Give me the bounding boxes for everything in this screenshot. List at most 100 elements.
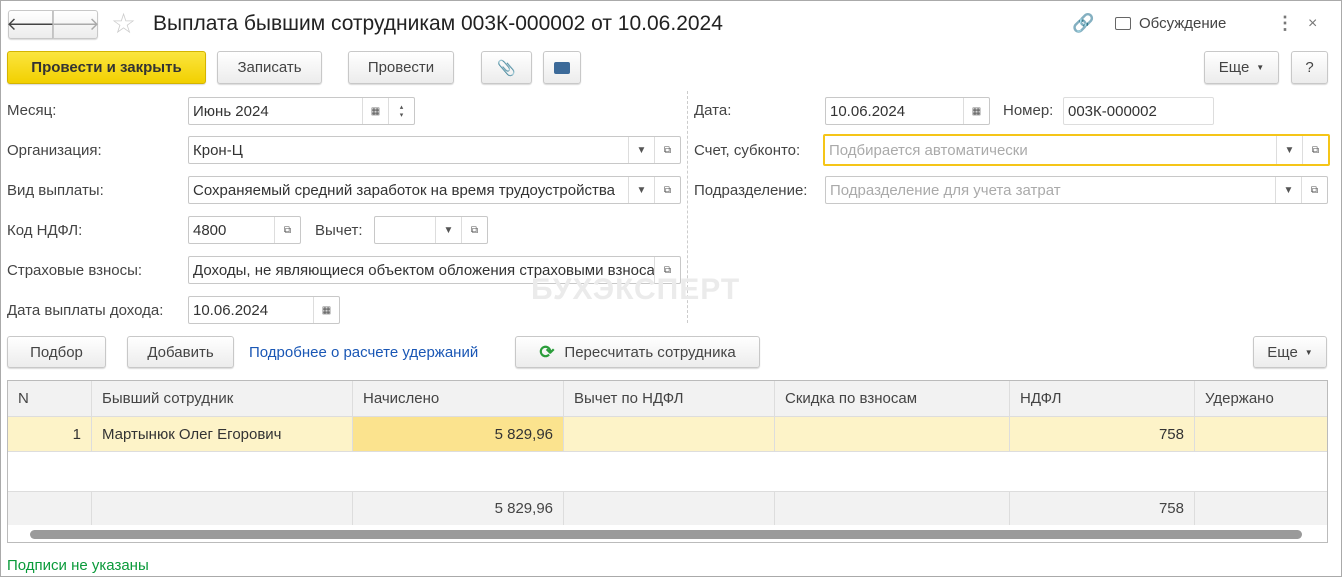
pay-date-field[interactable]: 10.06.2024 ▦ xyxy=(188,296,340,324)
cell-ndfl: 758 xyxy=(1010,417,1195,451)
calendar-icon[interactable]: ▦ xyxy=(362,98,388,124)
discussion-label: Обсуждение xyxy=(1139,15,1227,32)
post-and-close-button[interactable]: Провести и закрыть xyxy=(7,51,206,84)
printer-icon xyxy=(554,61,570,74)
col-discount[interactable]: Скидка по взносам xyxy=(775,381,1010,416)
col-accrued[interactable]: Начислено xyxy=(353,381,564,416)
date-field[interactable]: 10.06.2024 ▦ xyxy=(825,97,990,125)
number-label: Номер: xyxy=(1003,102,1054,119)
pay-type-field[interactable]: Сохраняемый средний заработок на время т… xyxy=(188,176,681,204)
open-icon[interactable]: ⧉ xyxy=(461,217,487,243)
table-more-button[interactable]: Еще ▼ xyxy=(1253,336,1327,368)
ndfl-code-value: 4800 xyxy=(193,221,227,239)
open-icon[interactable]: ⧉ xyxy=(654,177,680,203)
calendar-icon[interactable]: ▦ xyxy=(963,98,989,124)
deduction-label: Вычет: xyxy=(315,222,363,239)
total-ndfl: 758 xyxy=(1010,492,1195,525)
dropdown-icon[interactable]: ▼ xyxy=(628,137,654,163)
recalc-label: Пересчитать сотрудника xyxy=(564,343,736,361)
signatures-link[interactable]: Подписи не указаны xyxy=(7,557,149,574)
division-label: Подразделение: xyxy=(694,182,808,199)
col-n[interactable]: N xyxy=(8,381,92,416)
dropdown-icon[interactable]: ▼ xyxy=(1275,177,1301,203)
table-header: N Бывший сотрудник Начислено Вычет по НД… xyxy=(8,381,1327,417)
date-value: 10.06.2024 xyxy=(830,102,906,120)
insurance-label: Страховые взносы: xyxy=(7,262,143,279)
col-deduction[interactable]: Вычет по НДФЛ xyxy=(564,381,775,416)
col-employee[interactable]: Бывший сотрудник xyxy=(92,381,353,416)
more-vertical-icon[interactable]: ⋮ xyxy=(1276,13,1294,34)
pay-type-value: Сохраняемый средний заработок на время т… xyxy=(193,181,615,199)
refresh-icon: ⟳ xyxy=(539,341,555,362)
pick-button[interactable]: Подбор xyxy=(7,336,106,368)
cell-n: 1 xyxy=(8,417,92,451)
open-icon[interactable]: ⧉ xyxy=(654,137,680,163)
ndfl-code-field[interactable]: 4800 ⧉ xyxy=(188,216,301,244)
col-withheld[interactable]: Удержано xyxy=(1195,381,1327,416)
chat-icon xyxy=(1115,17,1131,30)
spinner[interactable]: ▴ ▾ xyxy=(388,98,414,124)
org-label: Организация: xyxy=(7,142,102,159)
cell-deduction xyxy=(564,417,775,451)
more-label: Еще xyxy=(1267,343,1298,361)
dropdown-icon[interactable]: ▼ xyxy=(435,217,461,243)
post-button[interactable]: Провести xyxy=(348,51,454,84)
attach-button[interactable]: 📎 xyxy=(481,51,532,84)
chevron-down-icon: ▼ xyxy=(1256,63,1265,72)
pay-date-value: 10.06.2024 xyxy=(193,301,269,319)
month-label: Месяц: xyxy=(7,102,57,119)
number-value: 003К-000002 xyxy=(1068,102,1157,120)
cell-withheld xyxy=(1195,417,1327,451)
month-field[interactable]: Июнь 2024 ▦ ▴ ▾ xyxy=(188,97,415,125)
open-icon[interactable]: ⧉ xyxy=(1302,136,1328,164)
date-label: Дата: xyxy=(694,102,732,119)
scrollbar-thumb[interactable] xyxy=(30,530,1302,539)
star-icon[interactable]: ☆ xyxy=(111,7,136,40)
discussion-button[interactable]: Обсуждение xyxy=(1115,15,1226,32)
cell-discount xyxy=(775,417,1010,451)
page-title: Выплата бывшим сотрудникам 003К-000002 о… xyxy=(153,12,723,35)
number-field[interactable]: 003К-000002 xyxy=(1063,97,1214,125)
deduction-field[interactable]: ▼ ⧉ xyxy=(374,216,488,244)
chevron-down-icon: ▼ xyxy=(1304,347,1313,357)
pay-type-label: Вид выплаты: xyxy=(7,182,104,199)
watermark-logo: БУХЭКСПЕРТ xyxy=(531,273,741,306)
link-icon[interactable]: 🔗 xyxy=(1072,13,1094,34)
ndfl-code-label: Код НДФЛ: xyxy=(7,222,83,239)
division-placeholder: Подразделение для учета затрат xyxy=(830,181,1061,199)
account-label: Счет, субконто: xyxy=(694,142,801,159)
cell-accrued[interactable]: 5 829,96 xyxy=(353,417,564,451)
employees-table[interactable]: N Бывший сотрудник Начислено Вычет по НД… xyxy=(7,380,1328,543)
horizontal-scrollbar[interactable] xyxy=(8,525,1327,542)
calendar-icon[interactable]: ▦ xyxy=(313,297,339,323)
arrow-left-icon: 🡐 xyxy=(6,14,55,34)
dropdown-icon[interactable]: ▼ xyxy=(628,177,654,203)
org-value: Крон-Ц xyxy=(193,141,243,159)
close-icon[interactable]: × xyxy=(1308,15,1317,33)
table-row[interactable]: 1 Мартынюк Олег Егорович 5 829,96 758 xyxy=(8,417,1327,452)
account-placeholder: Подбирается автоматически xyxy=(829,141,1028,159)
arrow-right-icon: 🡒 xyxy=(51,14,100,34)
paperclip-icon: 📎 xyxy=(497,59,516,77)
help-button[interactable]: ? xyxy=(1291,51,1328,84)
total-accrued: 5 829,96 xyxy=(353,492,564,525)
recalc-button[interactable]: ⟳ Пересчитать сотрудника xyxy=(515,336,760,368)
more-button[interactable]: Еще ▼ xyxy=(1204,51,1279,84)
cell-employee: Мартынюк Олег Егорович xyxy=(92,417,353,451)
pay-date-label: Дата выплаты дохода: xyxy=(7,302,164,319)
forward-button[interactable]: 🡒 xyxy=(51,10,100,39)
more-label: Еще xyxy=(1218,59,1250,76)
account-field[interactable]: Подбирается автоматически ▼ ⧉ xyxy=(823,134,1330,166)
org-field[interactable]: Крон-Ц ▼ ⧉ xyxy=(188,136,681,164)
back-button[interactable]: 🡐 xyxy=(6,10,55,39)
open-icon[interactable]: ⧉ xyxy=(1301,177,1327,203)
month-value: Июнь 2024 xyxy=(193,102,269,120)
add-button[interactable]: Добавить xyxy=(127,336,234,368)
dropdown-icon[interactable]: ▼ xyxy=(1276,136,1302,164)
save-button[interactable]: Записать xyxy=(217,51,322,84)
print-button[interactable] xyxy=(543,51,581,84)
division-field[interactable]: Подразделение для учета затрат ▼ ⧉ xyxy=(825,176,1328,204)
open-icon[interactable]: ⧉ xyxy=(274,217,300,243)
details-link[interactable]: Подробнее о расчете удержаний xyxy=(249,344,478,361)
col-ndfl[interactable]: НДФЛ xyxy=(1010,381,1195,416)
